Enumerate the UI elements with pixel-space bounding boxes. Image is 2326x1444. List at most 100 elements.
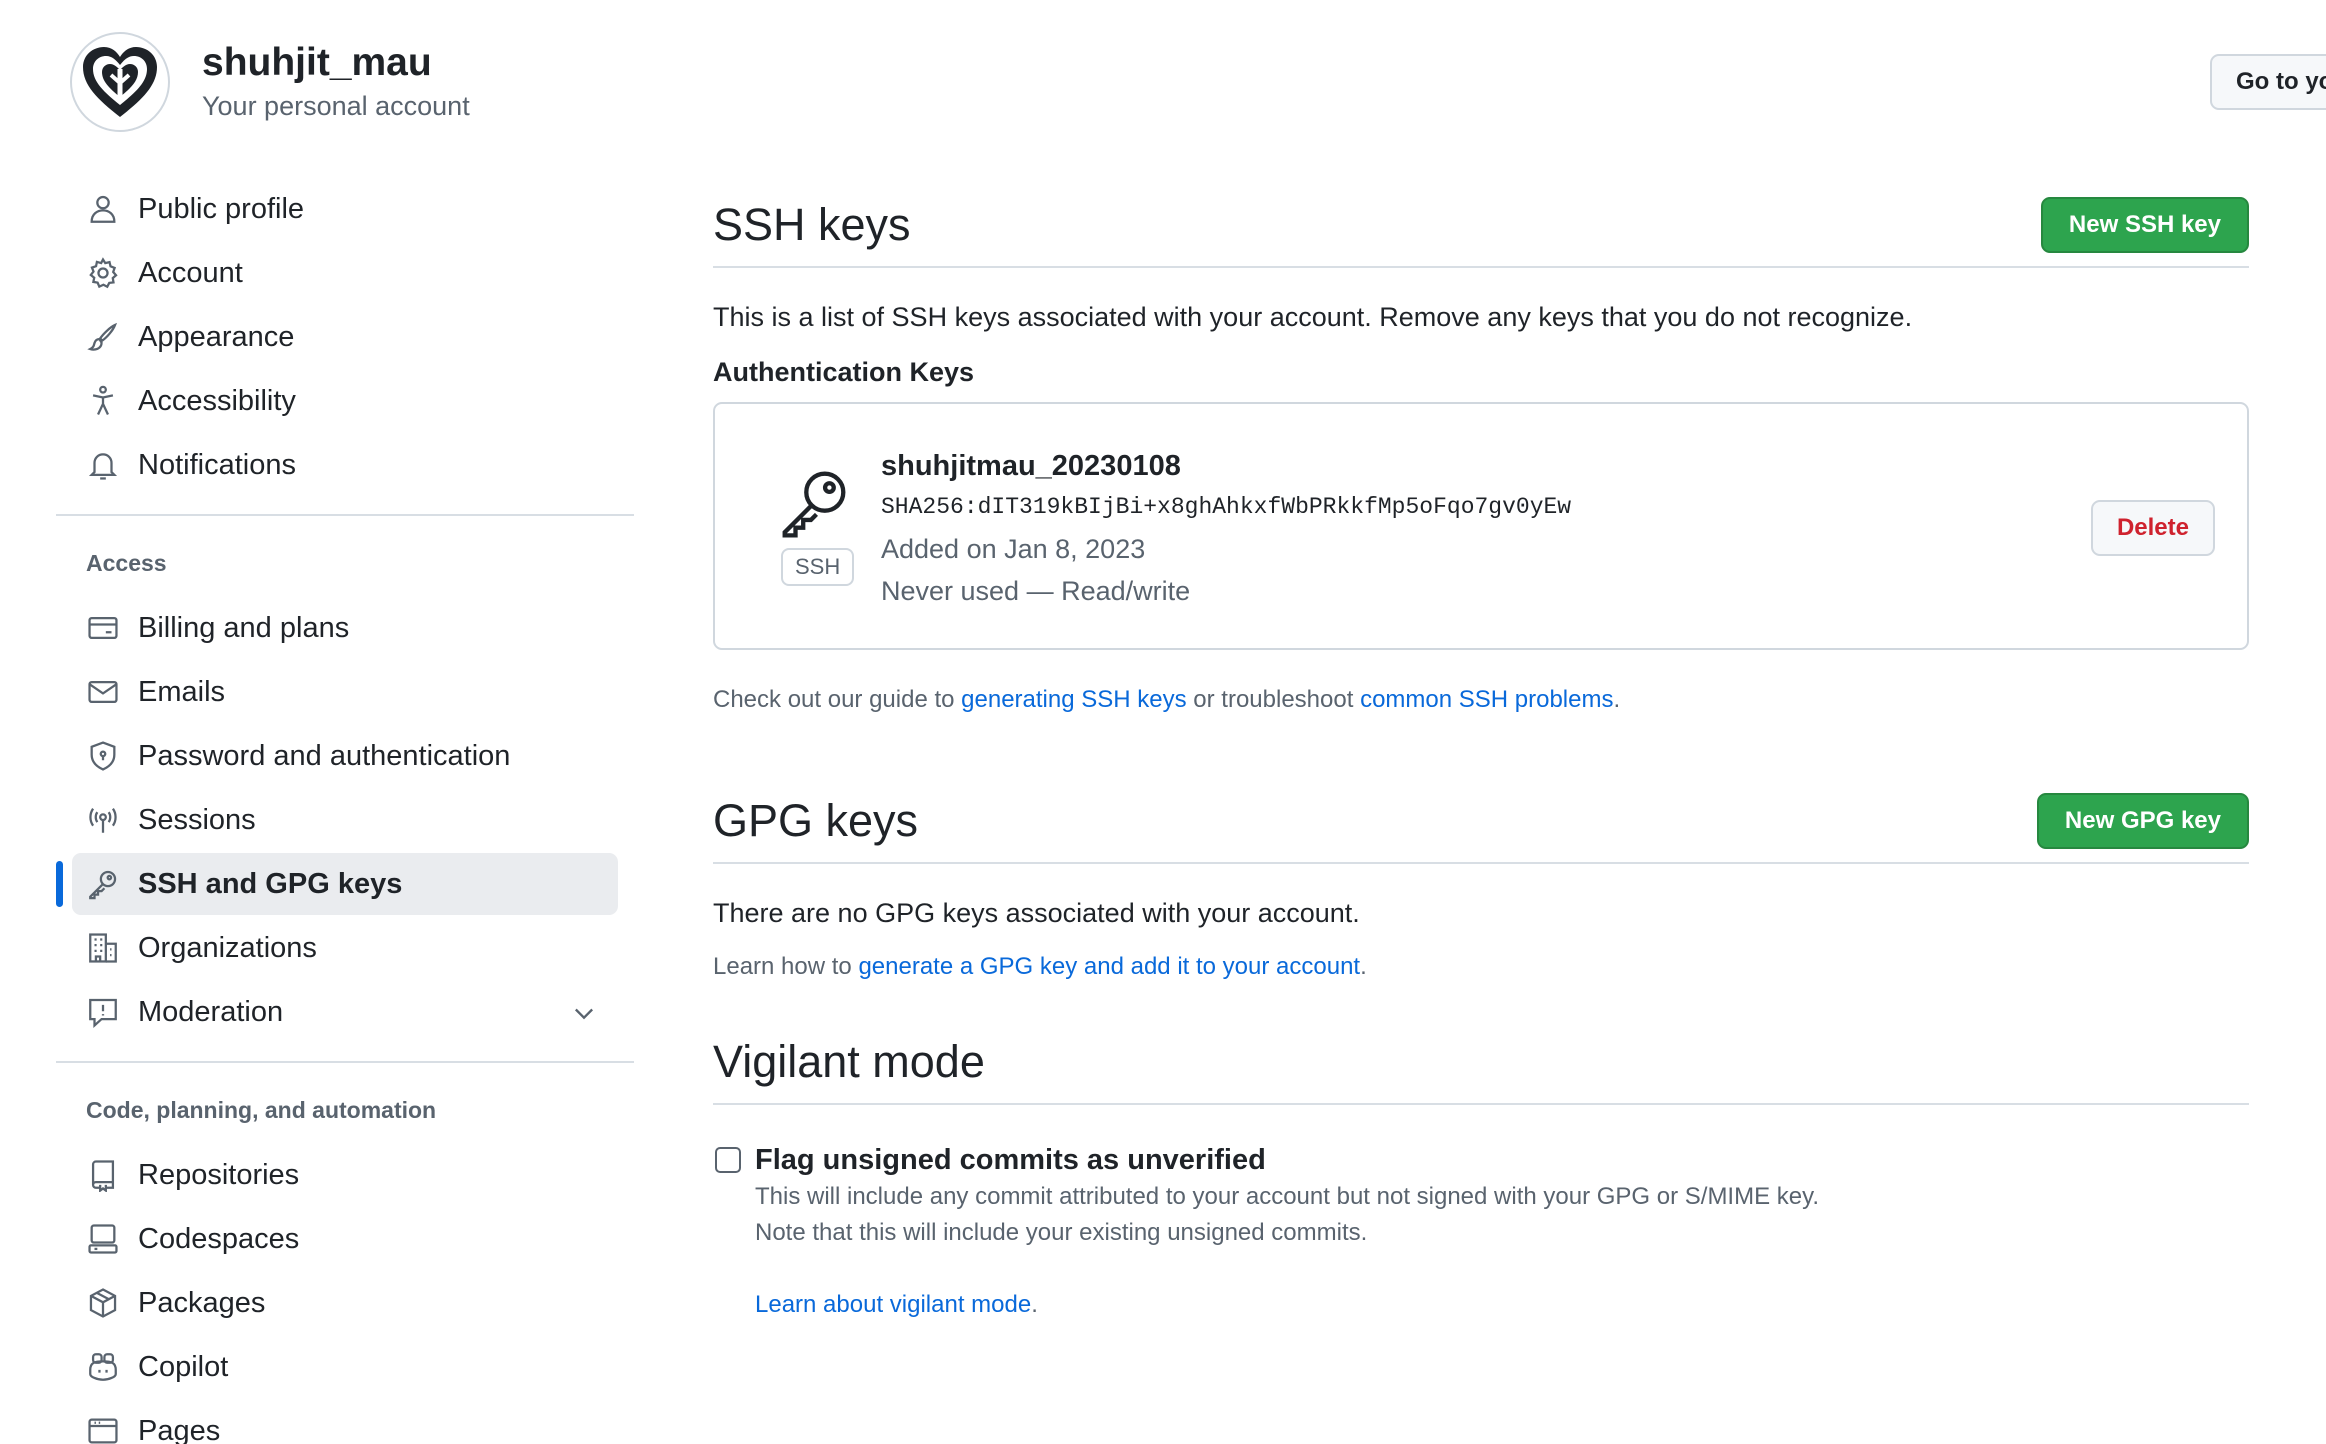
- sidebar-item-label: Sessions: [138, 803, 256, 836]
- sidebar-item-label: Moderation: [138, 995, 284, 1028]
- sidebar-item-label: Pages: [138, 1414, 221, 1444]
- sidebar-divider: [56, 514, 634, 516]
- credit-card-icon: [86, 611, 120, 645]
- ssh-guide-text: Check out our guide to generating SSH ke…: [713, 686, 2249, 714]
- vigilant-learn-text: Learn about vigilant mode.: [755, 1287, 1819, 1323]
- copilot-icon: [86, 1350, 120, 1384]
- ssh-guide-prefix: Check out our guide to: [713, 686, 962, 713]
- delete-ssh-key-button[interactable]: Delete: [2090, 500, 2215, 556]
- sidebar-item-label: Copilot: [138, 1350, 229, 1383]
- key-icon: [86, 867, 120, 901]
- sidebar-item-label: Packages: [138, 1286, 266, 1319]
- ssh-guide-suffix: .: [1613, 686, 1621, 713]
- sidebar-item-label: Password and authentication: [138, 739, 511, 772]
- header-text: shuhjit_mau Your personal account: [202, 39, 470, 125]
- vigilant-mode-title: Vigilant mode: [713, 1036, 985, 1087]
- sidebar-group-access: Access: [86, 550, 167, 576]
- common-ssh-problems-link[interactable]: common SSH problems: [1360, 686, 1613, 713]
- sidebar-item-label: Organizations: [138, 931, 317, 964]
- sidebar-item-billing[interactable]: Billing and plans: [72, 597, 618, 659]
- codespaces-icon: [86, 1222, 120, 1256]
- main-content: SSH keys New SSH key This is a list of S…: [713, 184, 2249, 1323]
- ssh-key-info: shuhjitmau_20230108 SHA256:dIT319kBIjBi+…: [881, 446, 1571, 612]
- chevron-down-icon[interactable]: [570, 999, 598, 1027]
- sidebar-item-label: Billing and plans: [138, 611, 350, 644]
- gpg-learn-text: Learn how to generate a GPG key and add …: [713, 953, 2249, 981]
- person-icon: [86, 192, 120, 226]
- sidebar-item-label: Repositories: [138, 1158, 300, 1191]
- sidebar-item-label: Emails: [138, 675, 226, 708]
- gpg-section-header: GPG keys New GPG key: [713, 780, 2249, 864]
- ssh-guide-mid: or troubleshoot: [1186, 686, 1361, 713]
- gpg-empty-text: There are no GPG keys associated with yo…: [713, 898, 1360, 928]
- generating-ssh-keys-link[interactable]: generating SSH keys: [961, 686, 1186, 713]
- sidebar-item-label: SSH and GPG keys: [138, 867, 403, 900]
- sidebar-item-label: Appearance: [138, 320, 295, 353]
- vigilant-desc-1: This will include any commit attributed …: [755, 1183, 1820, 1210]
- sidebar-item-ssh-gpg-keys[interactable]: SSH and GPG keys: [56, 853, 618, 915]
- sidebar-item-label: Accessibility: [138, 384, 296, 417]
- new-ssh-key-button[interactable]: New SSH key: [2040, 197, 2249, 253]
- gpg-learn-suffix: .: [1360, 953, 1367, 980]
- sidebar-item-label: Notifications: [138, 448, 296, 481]
- bell-icon: [86, 448, 120, 482]
- shield-lock-icon: [86, 739, 120, 773]
- username[interactable]: shuhjit_mau: [202, 39, 470, 87]
- sidebar-group-code: Code, planning, and automation: [86, 1097, 437, 1123]
- vigilant-desc-2: Note that this will include your existin…: [755, 1219, 1368, 1246]
- sidebar-item-label: Public profile: [138, 192, 305, 225]
- ssh-description: This is a list of SSH keys associated wi…: [713, 302, 1913, 332]
- ssh-key-fingerprint: SHA256:dIT319kBIjBi+x8ghAhkxfWbPRkkfMp5o…: [881, 494, 1572, 520]
- vigilant-option-text: Flag unsigned commits as unverified This…: [755, 1141, 1819, 1323]
- gpg-learn-prefix: Learn how to: [713, 953, 859, 980]
- go-to-profile-button[interactable]: Go to yo: [2210, 54, 2326, 110]
- avatar[interactable]: [70, 32, 170, 132]
- generate-gpg-key-link[interactable]: generate a GPG key and add it to your ac…: [858, 953, 1360, 980]
- sidebar-item-codespaces[interactable]: Codespaces: [72, 1208, 618, 1270]
- ssh-badge: SSH: [781, 548, 855, 586]
- settings-sidebar: Public profile Account Appearance Access…: [56, 178, 634, 1444]
- sidebar-item-password-authentication[interactable]: Password and authentication: [72, 725, 618, 787]
- repo-icon: [86, 1158, 120, 1192]
- sidebar-item-appearance[interactable]: Appearance: [72, 306, 618, 368]
- sidebar-item-copilot[interactable]: Copilot: [72, 1336, 618, 1398]
- gear-icon: [86, 256, 120, 290]
- ssh-key-added-date: Added on Jan 8, 2023: [881, 534, 1146, 564]
- sidebar-item-public-profile[interactable]: Public profile: [72, 178, 618, 240]
- sidebar-item-sessions[interactable]: Sessions: [72, 789, 618, 851]
- account-subtitle: Your personal account: [202, 91, 470, 121]
- organization-icon: [86, 931, 120, 965]
- sidebar-item-repositories[interactable]: Repositories: [72, 1144, 618, 1206]
- vigilant-section-header: Vigilant mode: [713, 1021, 2249, 1105]
- sidebar-item-organizations[interactable]: Organizations: [72, 917, 618, 979]
- sidebar-item-packages[interactable]: Packages: [72, 1272, 618, 1334]
- key-icon: [782, 471, 846, 538]
- sidebar-item-moderation[interactable]: Moderation: [72, 981, 618, 1043]
- sidebar-item-pages[interactable]: Pages: [72, 1400, 618, 1444]
- vigilant-mode-option: Flag unsigned commits as unverified This…: [713, 1141, 2249, 1323]
- browser-icon: [86, 1414, 120, 1444]
- new-gpg-key-button[interactable]: New GPG key: [2036, 793, 2249, 849]
- ssh-key-card: SSH shuhjitmau_20230108 SHA256:dIT319kBI…: [713, 402, 2249, 650]
- heart-logo-icon: [83, 47, 157, 117]
- authentication-keys-title: Authentication Keys: [713, 357, 975, 387]
- broadcast-icon: [86, 803, 120, 837]
- vigilant-checkbox-label[interactable]: Flag unsigned commits as unverified: [755, 1141, 1819, 1179]
- sidebar-divider: [56, 1061, 634, 1063]
- learn-vigilant-mode-link[interactable]: Learn about vigilant mode: [755, 1291, 1031, 1318]
- vigilant-mode-checkbox[interactable]: [715, 1147, 741, 1173]
- vigilant-learn-suffix: .: [1031, 1291, 1038, 1318]
- sidebar-item-emails[interactable]: Emails: [72, 661, 618, 723]
- package-icon: [86, 1286, 120, 1320]
- settings-page: shuhjit_mau Your personal account Go to …: [0, 0, 2326, 1444]
- ssh-key-name: shuhjitmau_20230108: [881, 450, 1181, 482]
- sidebar-item-notifications[interactable]: Notifications: [72, 434, 618, 496]
- mail-icon: [86, 675, 120, 709]
- accessibility-icon: [86, 384, 120, 418]
- sidebar-item-label: Codespaces: [138, 1222, 300, 1255]
- sidebar-item-accessibility[interactable]: Accessibility: [72, 370, 618, 432]
- ssh-keys-title: SSH keys: [713, 199, 911, 250]
- ssh-key-usage: Never used — Read/write: [881, 576, 1191, 606]
- sidebar-item-account[interactable]: Account: [72, 242, 618, 304]
- report-icon: [86, 995, 120, 1029]
